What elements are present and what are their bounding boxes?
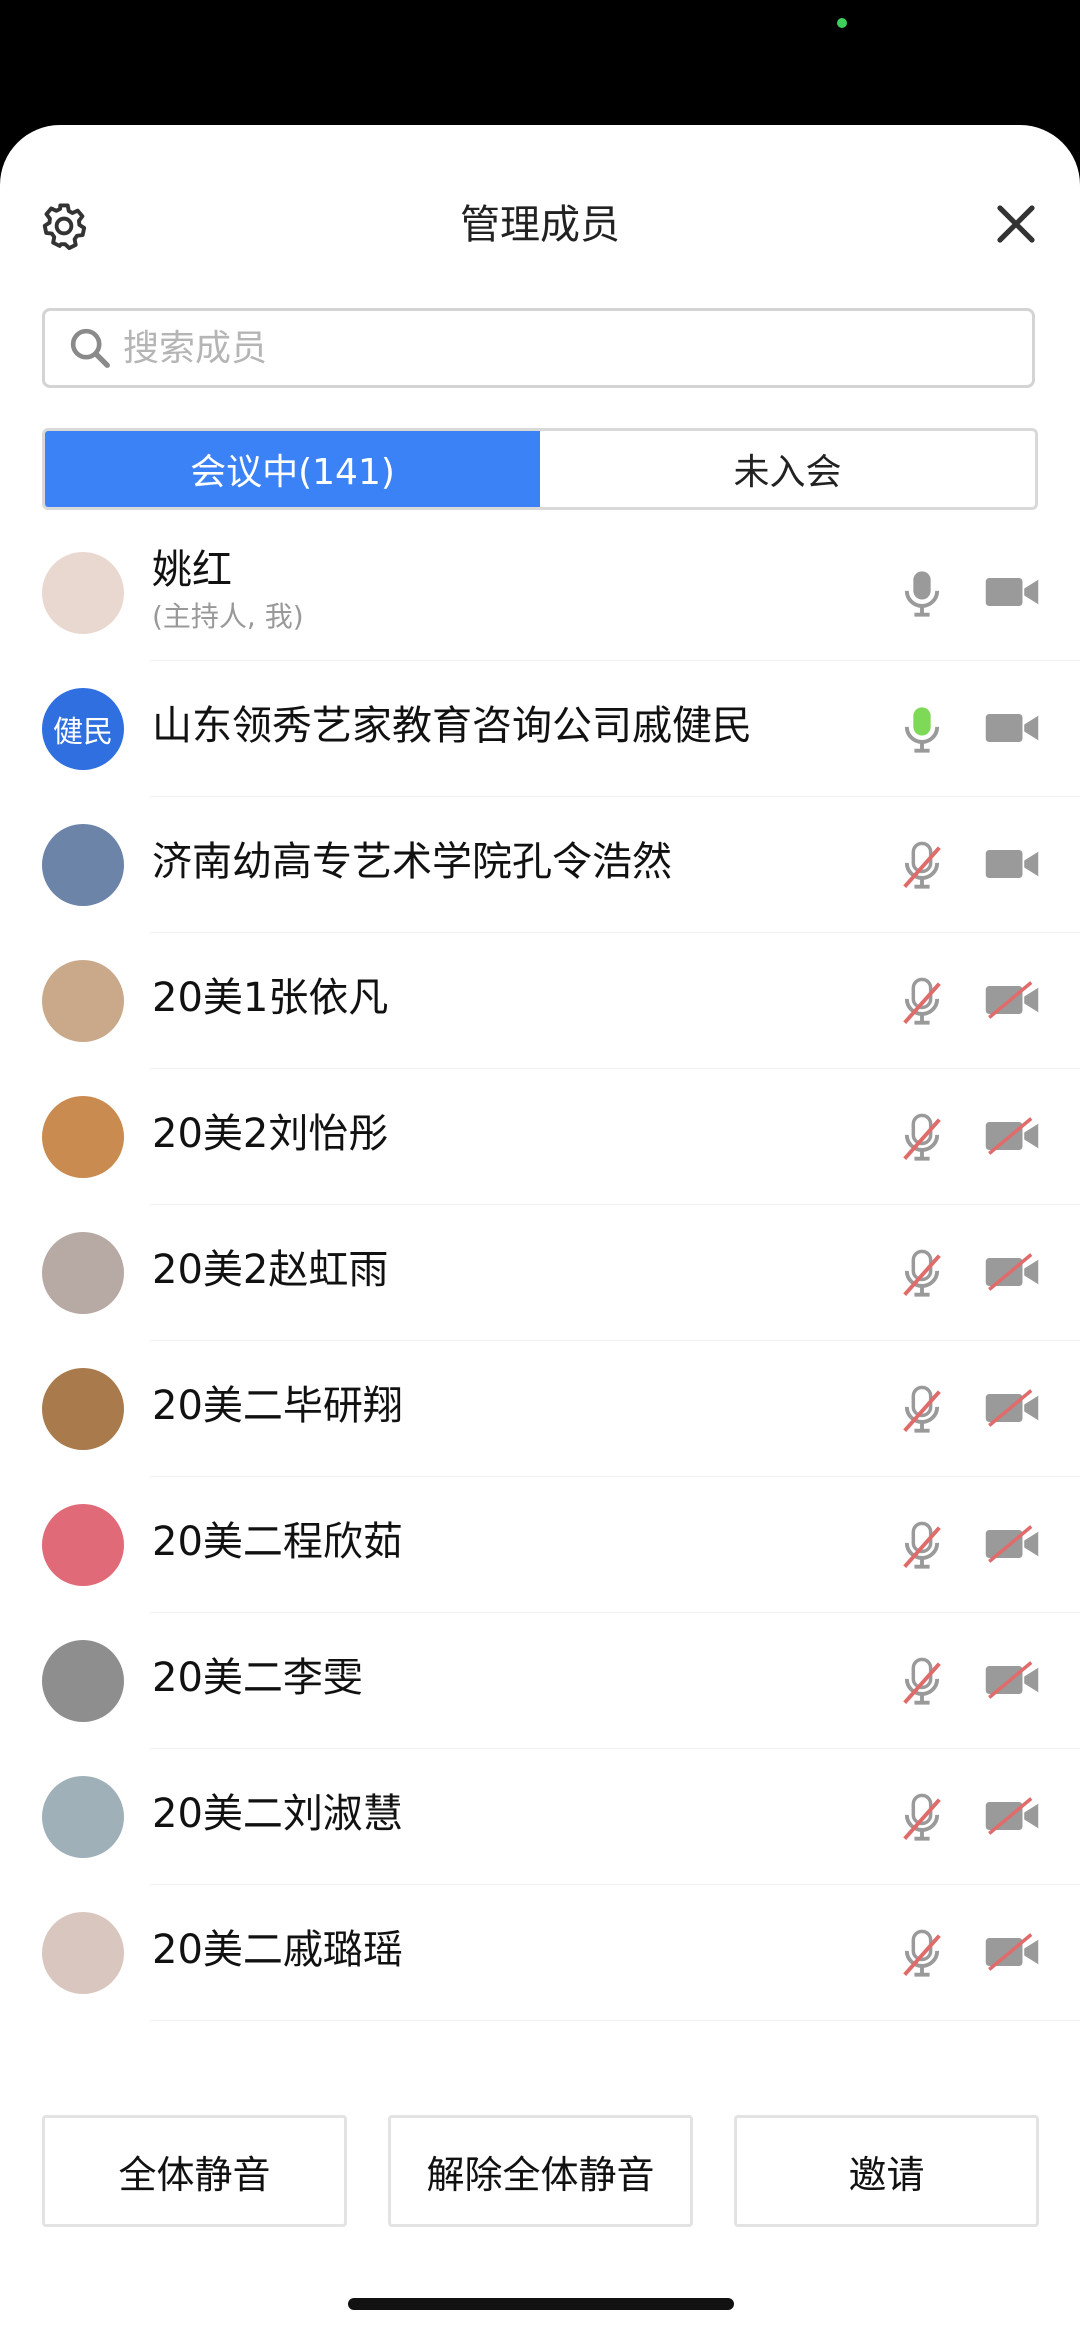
- unmute-all-button[interactable]: 解除全体静音: [388, 2115, 693, 2227]
- camera-icon[interactable]: [984, 843, 1040, 885]
- mic-muted-icon[interactable]: [896, 1243, 948, 1303]
- mic-muted-icon[interactable]: [896, 835, 948, 895]
- camera-off-icon[interactable]: [984, 1659, 1040, 1701]
- camera-off-icon[interactable]: [984, 1387, 1040, 1429]
- close-icon[interactable]: [992, 200, 1040, 248]
- member-name: 济南幼高专艺术学院孔令浩然: [152, 839, 672, 885]
- member-row[interactable]: 20美二毕研翔: [0, 1341, 1080, 1477]
- camera-icon[interactable]: [984, 707, 1040, 749]
- member-row[interactable]: 20美2赵虹雨: [0, 1205, 1080, 1341]
- status-indicator-dot: [837, 18, 847, 28]
- member-row[interactable]: 姚红 (主持人, 我): [0, 525, 1080, 661]
- camera-off-icon[interactable]: [984, 1251, 1040, 1293]
- invite-button[interactable]: 邀请: [734, 2115, 1039, 2227]
- member-name: 20美二刘淑慧: [152, 1791, 403, 1837]
- avatar: [42, 1640, 124, 1722]
- member-name: 20美二李雯: [152, 1655, 363, 1701]
- avatar: [42, 1368, 124, 1450]
- mic-muted-icon[interactable]: [896, 1787, 948, 1847]
- page-title: 管理成员: [460, 202, 620, 248]
- camera-icon[interactable]: [984, 571, 1040, 613]
- camera-off-icon[interactable]: [984, 1795, 1040, 1837]
- avatar: [42, 1776, 124, 1858]
- member-name: 20美1张依凡: [152, 975, 389, 1021]
- mute-all-button[interactable]: 全体静音: [42, 2115, 347, 2227]
- tab-in-meeting[interactable]: 会议中(141): [45, 431, 540, 507]
- footer-area: 全体静音 解除全体静音 邀请: [0, 2080, 1080, 2337]
- tab-bar: 会议中(141) 未入会: [42, 428, 1038, 510]
- member-list[interactable]: 姚红 (主持人, 我) 健民 山东领秀艺家教育咨询公司戚健民 济南幼高专艺术学院孔令浩然…: [0, 525, 1080, 2021]
- mic-muted-icon[interactable]: [896, 971, 948, 1031]
- mic-muted-icon[interactable]: [896, 1379, 948, 1439]
- member-name: 20美二戚璐瑶: [152, 1927, 403, 1973]
- camera-off-icon[interactable]: [984, 1523, 1040, 1565]
- mic-muted-icon[interactable]: [896, 1923, 948, 1983]
- member-row[interactable]: 20美二戚璐瑶: [0, 1885, 1080, 2021]
- member-row[interactable]: 健民 山东领秀艺家教育咨询公司戚健民: [0, 661, 1080, 797]
- avatar: [42, 824, 124, 906]
- member-name: 20美二程欣茹: [152, 1519, 403, 1565]
- member-name: 20美2刘怡彤: [152, 1111, 389, 1157]
- camera-off-icon[interactable]: [984, 1931, 1040, 1973]
- member-row[interactable]: 20美1张依凡: [0, 933, 1080, 1069]
- avatar: [42, 552, 124, 634]
- manage-members-sheet: 管理成员 会议中(141) 未入会 姚红 (主持人, 我) 健民 山东领秀艺家教育咨询…: [0, 125, 1080, 2337]
- mic-muted-icon[interactable]: [896, 1107, 948, 1167]
- member-row[interactable]: 20美二刘淑慧: [0, 1749, 1080, 1885]
- mic-icon[interactable]: [896, 699, 948, 759]
- avatar: 健民: [42, 688, 124, 770]
- search-input[interactable]: [121, 326, 975, 370]
- tab-not-joined[interactable]: 未入会: [540, 431, 1035, 507]
- member-name: 20美2赵虹雨: [152, 1247, 389, 1293]
- home-indicator: [348, 2298, 734, 2310]
- search-icon: [70, 328, 110, 368]
- search-box[interactable]: [42, 308, 1035, 388]
- member-role: (主持人, 我): [152, 600, 304, 633]
- avatar: [42, 1504, 124, 1586]
- avatar-initials: 健民: [53, 715, 113, 750]
- avatar: [42, 1912, 124, 1994]
- mic-muted-icon[interactable]: [896, 1515, 948, 1575]
- mic-icon[interactable]: [896, 563, 948, 623]
- member-row[interactable]: 20美二李雯: [0, 1613, 1080, 1749]
- member-row[interactable]: 济南幼高专艺术学院孔令浩然: [0, 797, 1080, 933]
- camera-off-icon[interactable]: [984, 979, 1040, 1021]
- member-name: 20美二毕研翔: [152, 1383, 403, 1429]
- member-row[interactable]: 20美2刘怡彤: [0, 1069, 1080, 1205]
- avatar: [42, 960, 124, 1042]
- member-name: 姚红: [152, 547, 232, 593]
- member-name: 山东领秀艺家教育咨询公司戚健民: [152, 703, 752, 749]
- member-row[interactable]: 20美二程欣茹: [0, 1477, 1080, 1613]
- avatar: [42, 1096, 124, 1178]
- sheet-header: 管理成员: [0, 125, 1080, 325]
- mic-muted-icon[interactable]: [896, 1651, 948, 1711]
- avatar: [42, 1232, 124, 1314]
- camera-off-icon[interactable]: [984, 1115, 1040, 1157]
